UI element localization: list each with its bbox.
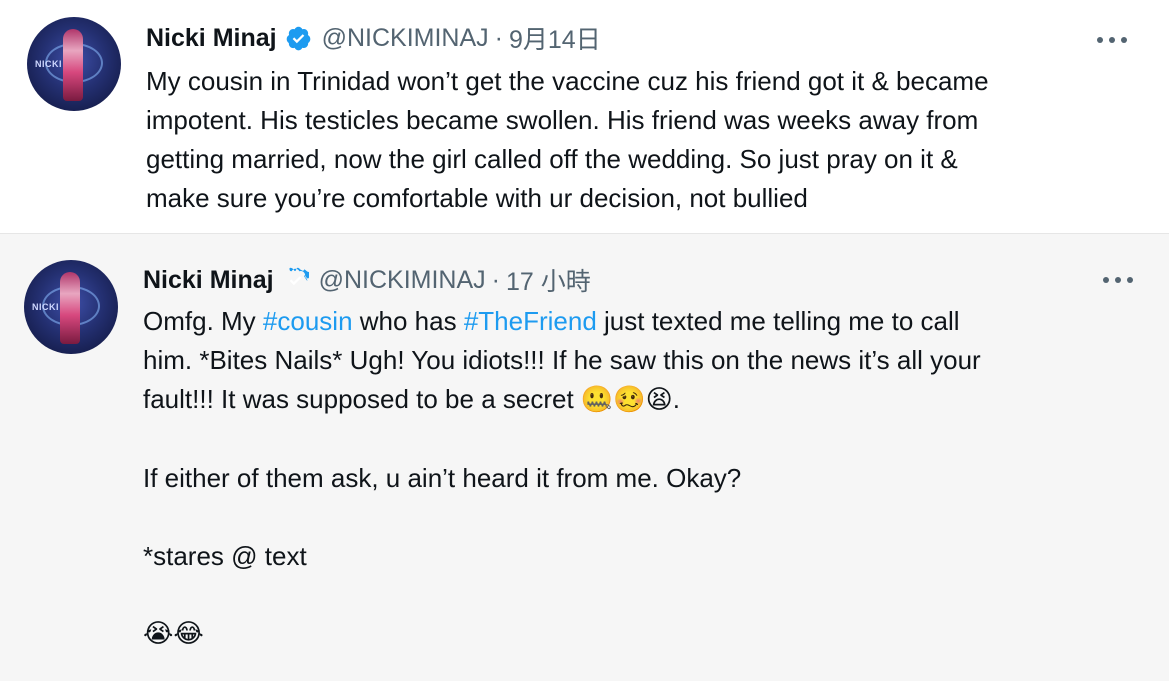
tweet-text-line: getting married, now the girl called off… <box>146 144 958 174</box>
tweet-text-line: make sure you’re comfortable with ur dec… <box>146 183 808 213</box>
tweet-text-line: *stares @ text <box>143 541 307 571</box>
tweet-text: My cousin in Trinidad won’t get the vacc… <box>146 62 1146 218</box>
tweet-reply[interactable]: NICKI Nicki Minaj @NICKIMINAJ · 17 小時 Om… <box>0 233 1169 681</box>
tweet-original[interactable]: NICKI Nicki Minaj @NICKIMINAJ · 9月14日 My… <box>0 0 1169 233</box>
text-segment: . <box>672 384 681 414</box>
more-horizontal-icon[interactable] <box>1097 30 1127 50</box>
tweet-text-line: him. *Bites Nails* Ugh! You idiots!!! If… <box>143 345 981 375</box>
avatar[interactable]: NICKI <box>27 17 121 111</box>
header-separator: · <box>494 23 503 52</box>
text-segment: just texted me telling me to call <box>596 306 960 336</box>
text-segment: who has <box>352 306 464 336</box>
tweet-timestamp[interactable]: 17 小時 <box>506 262 591 298</box>
author-handle[interactable]: @NICKIMINAJ <box>319 266 486 295</box>
tweet-text-line: If either of them ask, u ain’t heard it … <box>143 463 742 493</box>
more-horizontal-icon[interactable] <box>1103 270 1133 290</box>
text-segment: Omfg. My <box>143 306 263 336</box>
verified-badge-icon <box>286 26 310 50</box>
tweet-text-line: Omfg. My #cousin who has #TheFriend just… <box>143 302 1143 341</box>
avatar-figure <box>60 272 80 344</box>
tweet-text: Omfg. My #cousin who has #TheFriend just… <box>143 302 1143 654</box>
avatar-logo-text: NICKI <box>32 302 59 312</box>
author-handle[interactable]: @NICKIMINAJ <box>322 24 489 53</box>
text-segment: fault!!! It was supposed to be a secret <box>143 384 581 414</box>
author-name[interactable]: Nicki Minaj <box>146 24 277 53</box>
tweet-header: Nicki Minaj @NICKIMINAJ · 9月14日 <box>146 20 601 56</box>
tweet-text-line: impotent. His testicles became swollen. … <box>146 105 979 135</box>
hashtag-cousin[interactable]: #cousin <box>263 306 353 336</box>
header-separator: · <box>491 265 500 294</box>
hashtag-thefriend[interactable]: #TheFriend <box>464 306 597 336</box>
tweet-header: Nicki Minaj @NICKIMINAJ · 17 小時 <box>143 262 591 298</box>
author-name[interactable]: Nicki Minaj <box>143 266 274 295</box>
avatar-figure <box>63 29 83 101</box>
avatar-logo-text: NICKI <box>35 59 62 69</box>
tweet-text-line: My cousin in Trinidad won’t get the vacc… <box>146 66 989 96</box>
emoji-line: 😭😂 <box>143 619 204 649</box>
avatar[interactable]: NICKI <box>24 260 118 354</box>
tweet-timestamp[interactable]: 9月14日 <box>509 20 601 56</box>
emoji-group: 🤐🥴😫 <box>580 385 673 415</box>
tweet-text-line: fault!!! It was supposed to be a secret … <box>143 380 1143 420</box>
verified-badge-icon <box>289 267 309 285</box>
